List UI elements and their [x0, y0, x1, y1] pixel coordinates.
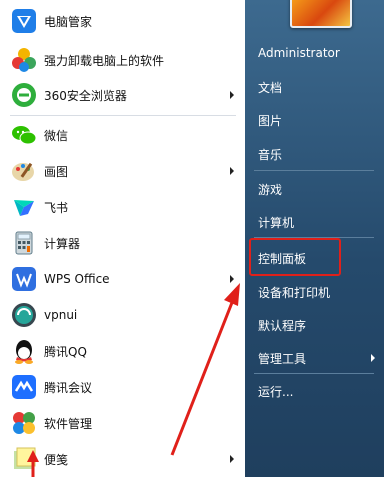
arrow-to-control-panel: [170, 283, 240, 456]
arrow-bottom-left: [27, 450, 39, 477]
annotation-arrows: [27, 283, 240, 477]
